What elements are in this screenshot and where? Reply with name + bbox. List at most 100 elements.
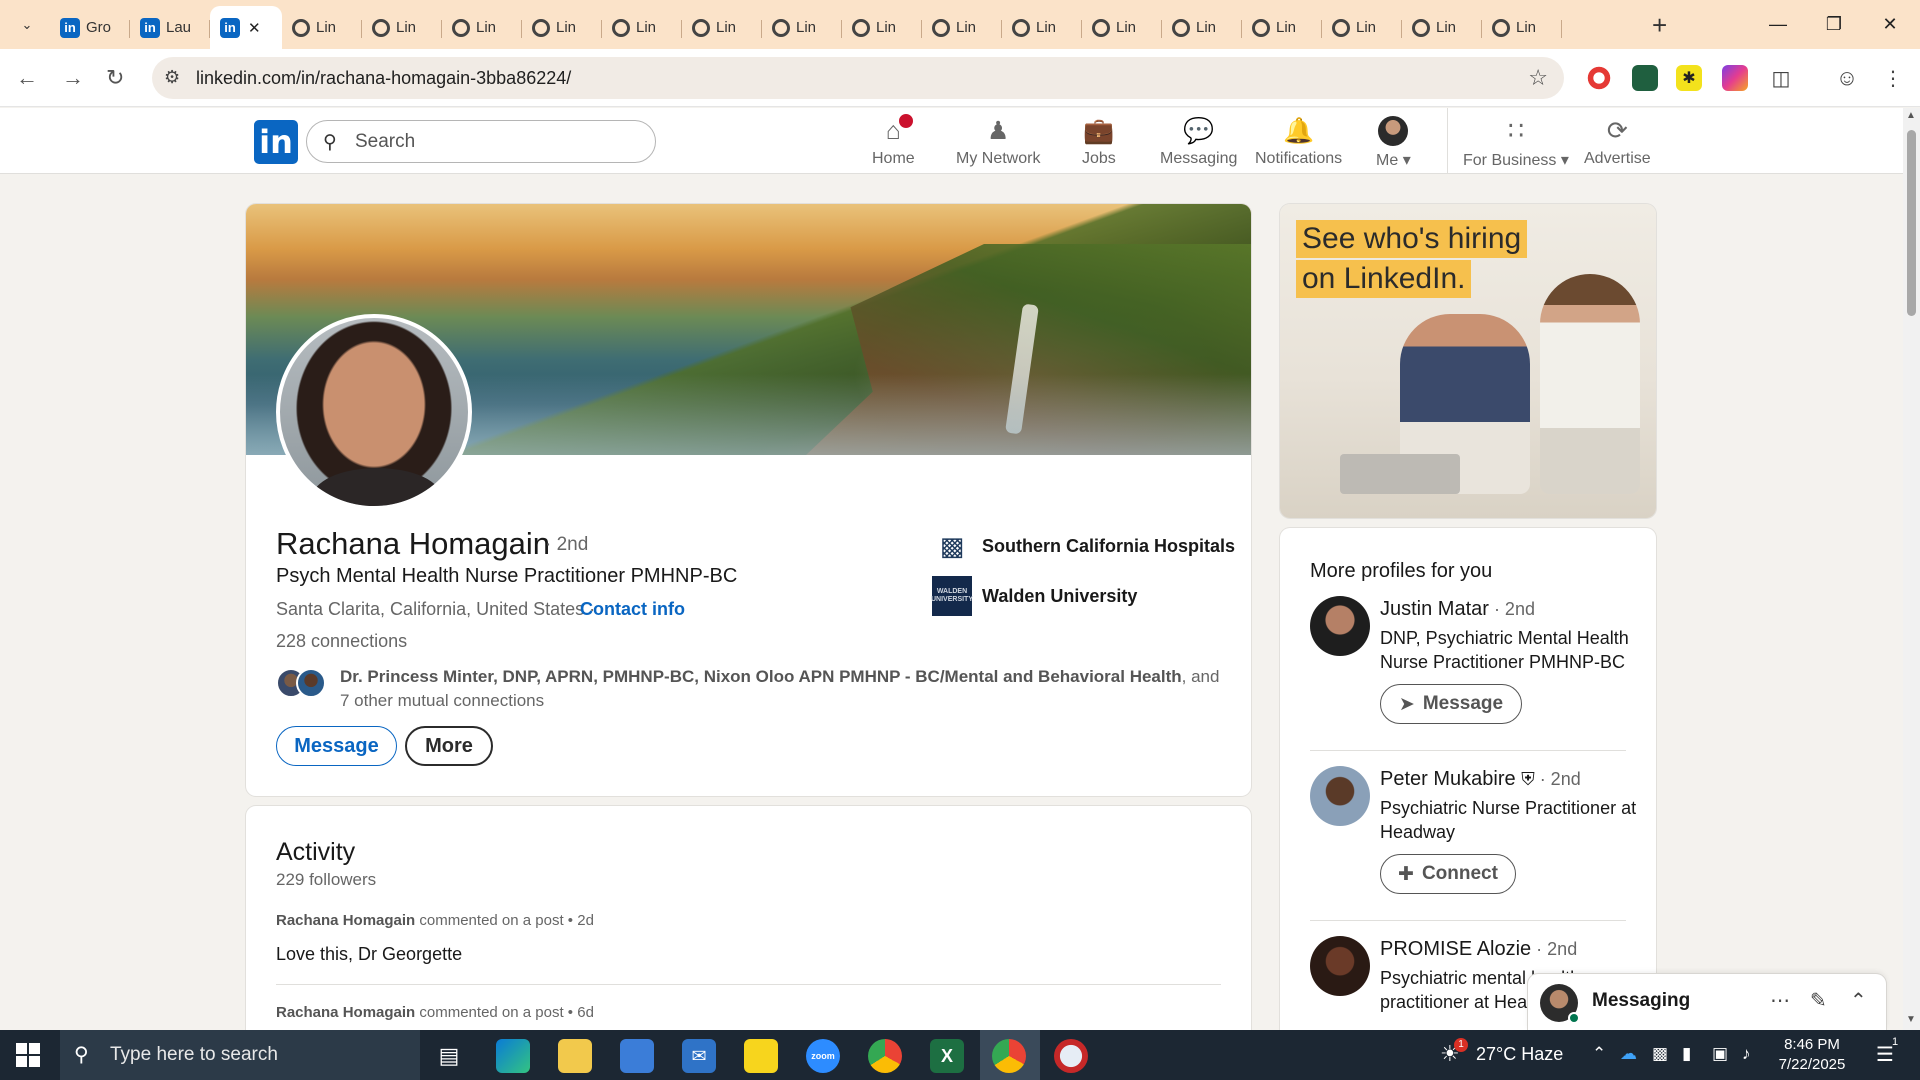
browser-tab[interactable]: Lin — [522, 6, 602, 49]
chevron-up-icon[interactable]: ⌃ — [1850, 988, 1867, 1013]
zoom-icon[interactable]: zoom — [806, 1039, 840, 1073]
browser-tab[interactable]: in Gro — [50, 6, 130, 49]
contact-info-link[interactable]: Contact info — [580, 599, 685, 620]
nav-notifications[interactable]: 🔔 Notifications — [1255, 116, 1342, 168]
system-clock[interactable]: 8:46 PM 7/22/2025 — [1752, 1035, 1872, 1075]
search-box[interactable]: ⚲ — [306, 120, 656, 163]
browser-tab[interactable]: Lin — [1322, 6, 1402, 49]
browser-tab[interactable]: Lin — [842, 6, 922, 49]
tab-search-icon[interactable]: ⌄ — [14, 12, 40, 38]
extension-wallet-icon[interactable] — [1632, 65, 1658, 91]
close-tab-icon[interactable]: ✕ — [248, 19, 261, 37]
more-options-icon[interactable]: ⋯ — [1770, 988, 1790, 1013]
new-tab-icon[interactable]: + — [1652, 10, 1667, 41]
message-button[interactable]: ➤ Message — [1380, 684, 1522, 724]
nav-home[interactable]: ⌂ Home — [872, 112, 916, 168]
page-scrollbar[interactable]: ▲ ▼ — [1903, 108, 1920, 1030]
browser-tab[interactable]: Lin — [1482, 6, 1562, 49]
profile-name-link[interactable]: Justin Matar · 2nd — [1380, 598, 1535, 621]
back-icon[interactable]: ← — [16, 65, 38, 91]
activity-author[interactable]: Rachana Homagain — [276, 912, 415, 929]
weather-text[interactable]: 27°C Haze — [1476, 1044, 1563, 1065]
browser-tab[interactable]: Lin — [1162, 6, 1242, 49]
mail-icon[interactable]: ✉ — [682, 1039, 716, 1073]
nav-for-business[interactable]: ∷ For Business ▾ — [1463, 116, 1569, 170]
nav-advertise[interactable]: ⟳ Advertise — [1584, 116, 1651, 168]
activity-author[interactable]: Rachana Homagain — [276, 1004, 415, 1021]
scrollbar-thumb[interactable] — [1907, 130, 1916, 316]
network-icon[interactable]: ▣ — [1712, 1044, 1728, 1064]
restore-icon[interactable]: ❐ — [1806, 6, 1862, 42]
browser-tab[interactable]: Lin — [442, 6, 522, 49]
profile-avatar[interactable] — [276, 314, 472, 510]
reload-icon[interactable]: ↻ — [106, 65, 124, 91]
browser-menu-icon[interactable]: ⋮ — [1880, 65, 1906, 91]
browser-tab[interactable]: Lin — [682, 6, 762, 49]
extension-asterisk-icon[interactable]: ✱ — [1676, 65, 1702, 91]
education-school[interactable]: WALDEN UNIVERSITY Walden University — [931, 576, 1137, 616]
excel-icon[interactable]: X — [930, 1039, 964, 1073]
forward-icon[interactable]: → — [62, 65, 84, 91]
windows-start-icon[interactable] — [16, 1043, 40, 1067]
browser-tab[interactable]: Lin — [282, 6, 362, 49]
chrome-icon[interactable] — [868, 1039, 902, 1073]
compose-icon[interactable]: ✎ — [1810, 988, 1827, 1013]
browser-tab[interactable]: Lin — [1242, 6, 1322, 49]
extensions-puzzle-icon[interactable]: ◫ — [1768, 65, 1794, 91]
bookmark-star-icon[interactable]: ☆ — [1528, 65, 1548, 91]
nav-messaging[interactable]: 💬 Messaging — [1160, 116, 1237, 168]
scroll-down-icon[interactable]: ▼ — [1906, 1014, 1916, 1025]
taskbar-search[interactable]: ⚲ Type here to search — [60, 1030, 420, 1080]
minimize-icon[interactable]: — — [1750, 6, 1806, 42]
more-button[interactable]: More — [405, 726, 493, 766]
followers-count[interactable]: 229 followers — [276, 870, 376, 890]
browser-tab[interactable]: Lin — [1002, 6, 1082, 49]
nav-me[interactable]: Me ▾ — [1376, 116, 1411, 170]
app-icon[interactable] — [1054, 1039, 1088, 1073]
scroll-up-icon[interactable]: ▲ — [1906, 110, 1916, 121]
extension-pokeball-icon[interactable] — [1586, 65, 1612, 91]
current-company[interactable]: ▩ Southern California Hospitals — [932, 526, 1235, 566]
file-explorer-icon[interactable] — [558, 1039, 592, 1073]
avatar[interactable] — [1310, 766, 1370, 826]
extension-lens-icon[interactable] — [1722, 65, 1748, 91]
profile-account-icon[interactable]: ☺ — [1834, 65, 1860, 91]
message-button[interactable]: Message — [276, 726, 397, 766]
microsoft-store-icon[interactable] — [620, 1039, 654, 1073]
browser-tab[interactable]: Lin — [1402, 6, 1482, 49]
activity-comment[interactable]: Love this, Dr Georgette — [276, 944, 462, 965]
nav-jobs[interactable]: 💼 Jobs — [1082, 116, 1116, 168]
volume-icon[interactable]: ♪ — [1742, 1044, 1751, 1064]
browser-tab[interactable]: Lin — [762, 6, 842, 49]
sticky-notes-icon[interactable] — [744, 1039, 778, 1073]
chevron-up-icon[interactable]: ⌃ — [1592, 1044, 1606, 1064]
meet-now-icon[interactable]: ▩ — [1652, 1044, 1668, 1064]
mutual-connections[interactable]: Dr. Princess Minter, DNP, APRN, PMHNP-BC… — [340, 665, 1230, 713]
avatar[interactable] — [1310, 936, 1370, 996]
search-icon: ⚲ — [323, 132, 337, 153]
avatar[interactable] — [1310, 596, 1370, 656]
battery-icon[interactable]: ▮ — [1682, 1044, 1691, 1064]
profile-name-link[interactable]: Peter Mukabire ⛨ · 2nd — [1380, 768, 1581, 791]
task-view-icon[interactable]: ▤ — [432, 1039, 466, 1073]
nav-my-network[interactable]: ♟ My Network — [956, 116, 1040, 168]
browser-tab[interactable]: Lin — [362, 6, 442, 49]
hiring-ad[interactable]: See who's hiring on LinkedIn. — [1280, 204, 1656, 518]
connections-count[interactable]: 228 connections — [276, 631, 407, 652]
browser-tab[interactable]: Lin — [1082, 6, 1162, 49]
chrome-active-icon[interactable] — [992, 1039, 1026, 1073]
browser-tab[interactable]: in Lau — [130, 6, 210, 49]
messaging-overlay[interactable]: Messaging ⋯ ✎ ⌃ — [1528, 974, 1886, 1030]
search-input[interactable] — [355, 130, 635, 154]
onedrive-cloud-icon[interactable]: ☁ — [1620, 1044, 1637, 1064]
profile-name-link[interactable]: PROMISE Alozie · 2nd — [1380, 938, 1577, 961]
linkedin-logo[interactable]: in — [254, 120, 298, 164]
browser-tab[interactable]: Lin — [922, 6, 1002, 49]
site-info-icon[interactable]: ⚙ — [164, 67, 180, 88]
browser-tab[interactable]: Lin — [602, 6, 682, 49]
address-bar[interactable]: ⚙ linkedin.com/in/rachana-homagain-3bba8… — [152, 57, 1564, 99]
edge-browser-icon[interactable] — [496, 1039, 530, 1073]
connect-button[interactable]: ✚ Connect — [1380, 854, 1516, 894]
close-window-icon[interactable]: ✕ — [1862, 6, 1918, 42]
browser-tab-active[interactable]: in ✕ — [210, 6, 282, 49]
